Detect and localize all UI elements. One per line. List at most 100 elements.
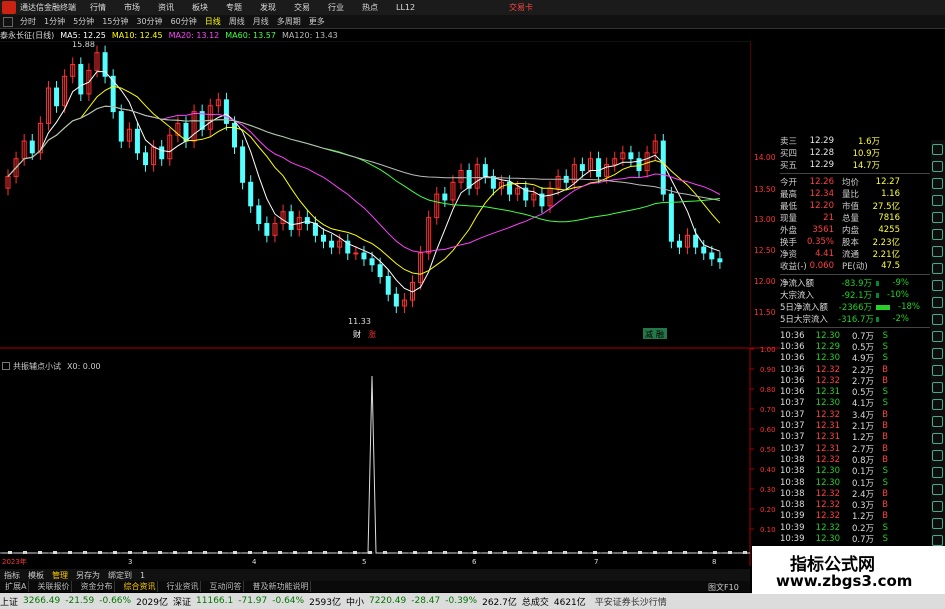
marker-finance[interactable]: 财 [353,329,361,339]
side-tool-icon[interactable] [932,518,943,529]
period-weekly[interactable]: 周线 [228,16,246,27]
indicator-subchart[interactable]: 1.00 0.90 0.80 0.70 0.60 0.50 0.40 0.30 0.20 0.10… [0,346,780,566]
marker-reduce[interactable]: 减 [645,329,653,339]
f10-info-button[interactable]: 图文F10 [708,582,739,593]
side-tool-icon[interactable] [932,416,943,427]
side-tool-icon[interactable] [932,246,943,257]
period-more[interactable]: 更多 [308,16,326,27]
indicator-toolbar: 指标 模板 管理 另存为 绑定到 1 [0,569,750,581]
stat-value: 2.21亿 [872,250,900,260]
price-tick: 11.50 [754,308,776,317]
tick-row: 10:38 12.30 0.1万 S [780,477,930,489]
side-tool-icon[interactable] [932,314,943,325]
side-tool-icon[interactable] [932,382,943,393]
period-monthly[interactable]: 月线 [252,16,270,27]
candle [393,287,399,314]
indicator-button[interactable]: 指标 [4,570,20,581]
side-tool-icon[interactable] [932,331,943,342]
period-60min[interactable]: 60分钟 [170,16,198,27]
tab-new-feature[interactable]: 普及新功能说明 [250,581,312,592]
tab-extension-a[interactable]: 扩展A [3,581,30,592]
side-tool-icon[interactable] [932,195,943,206]
period-15min[interactable]: 15分钟 [101,16,129,27]
tick-price: 12.30 [815,330,840,341]
index-quote-item: 中小 [346,597,365,608]
tab-news[interactable]: 综合资讯 [121,581,159,592]
tab-related-quote[interactable]: 关联报价 [35,581,73,592]
side-tool-icon[interactable] [932,280,943,291]
menu-item-topics[interactable]: 专题 [226,2,242,13]
side-tool-icon[interactable] [932,297,943,308]
side-tool-icon[interactable] [932,212,943,223]
tick-side: S [882,330,888,341]
tick-price: 12.31 [815,421,840,432]
marker-margin[interactable]: 融 [656,329,664,339]
menu-item-ll12[interactable]: LL12 [396,3,415,12]
stat-label: 现量 [780,214,798,224]
ask-row[interactable]: 买五 12.29 14.7万 [780,159,930,171]
menu-item-market[interactable]: 市场 [124,2,140,13]
side-tool-icon[interactable] [932,433,943,444]
market-status-bar: 上证 3266.49 -21.59 -0.66% 2029亿 深证 11166.1 -71.9… [0,593,945,609]
side-tool-icon[interactable] [932,467,943,478]
ask-row[interactable]: 卖三 12.29 1.6万 [780,135,930,147]
template-button[interactable]: 模板 [28,570,44,581]
stat-value: 21 [823,213,834,223]
side-tool-icon[interactable] [932,161,943,172]
side-tool-icon[interactable] [932,484,943,495]
candle [385,269,391,302]
side-tool-icon[interactable] [932,144,943,155]
period-multi[interactable]: 多周期 [276,16,302,27]
menu-item-news[interactable]: 资讯 [158,2,174,13]
subchart-title[interactable]: 共振辅点小试 [13,361,61,372]
tick-side: B [882,454,888,465]
save-as-button[interactable]: 另存为 [76,570,100,581]
period-1min[interactable]: 1分钟 [43,16,66,27]
tab-qa[interactable]: 互动问答 [207,581,245,592]
menu-item-quotes[interactable]: 行情 [90,2,106,13]
ask-row[interactable]: 买四 12.28 10.9万 [780,147,930,159]
index-quote-item: -0.39% [445,596,478,606]
ask-volume: 14.7万 [852,161,880,171]
side-tool-icon[interactable] [932,399,943,410]
page-number[interactable]: 1 [140,571,145,580]
period-30min[interactable]: 30分钟 [135,16,163,27]
candle [604,157,610,184]
marker-rise[interactable]: 涨 [368,329,376,339]
menu-item-hotspot[interactable]: 热点 [362,2,378,13]
period-daily[interactable]: 日线 [204,16,222,27]
side-tool-icon[interactable] [932,229,943,240]
period-5min[interactable]: 5分钟 [72,16,95,27]
toolbar-grip-icon[interactable] [3,16,13,27]
menu-item-sectors[interactable]: 板块 [192,2,208,13]
index-quote-item: 上证 [0,597,19,608]
side-tool-icon[interactable] [932,348,943,359]
manage-button[interactable]: 管理 [52,570,68,581]
menu-item-trade[interactable]: 交易 [294,2,310,13]
price-kline-chart[interactable]: 15.88 11.33 财 涨 减 融 [0,41,750,346]
flow-percent: -10% [887,290,909,300]
index-quote-item: -71.97 [238,596,268,606]
tick-time: 10:38 [780,488,805,499]
candle [490,169,496,196]
menu-item-industry[interactable]: 行业 [328,2,344,13]
tick-row: 10:37 12.31 2.1万 B [780,420,930,432]
broker-label[interactable]: 平安证券长沙行情 [595,595,667,608]
side-tool-icon[interactable] [932,263,943,274]
tab-industry-news[interactable]: 行业资讯 [164,581,202,592]
tick-price: 12.31 [815,432,840,443]
side-tool-icon[interactable] [932,178,943,189]
side-tool-icon[interactable] [932,365,943,376]
tick-price: 12.31 [815,387,840,398]
side-tool-icon[interactable] [932,450,943,461]
side-tool-icon[interactable] [932,501,943,512]
tab-fund-distribution[interactable]: 资金分布 [78,581,116,592]
bind-to-button[interactable]: 绑定到 [108,570,132,581]
side-tool-icon[interactable] [932,535,943,546]
period-tick[interactable]: 分时 [19,16,37,27]
candle [134,122,140,160]
trade-card-button[interactable]: 交易卡 [509,2,533,13]
menu-item-discover[interactable]: 发现 [260,2,276,13]
tick-side: S [882,522,888,533]
collapse-icon[interactable] [2,362,10,370]
